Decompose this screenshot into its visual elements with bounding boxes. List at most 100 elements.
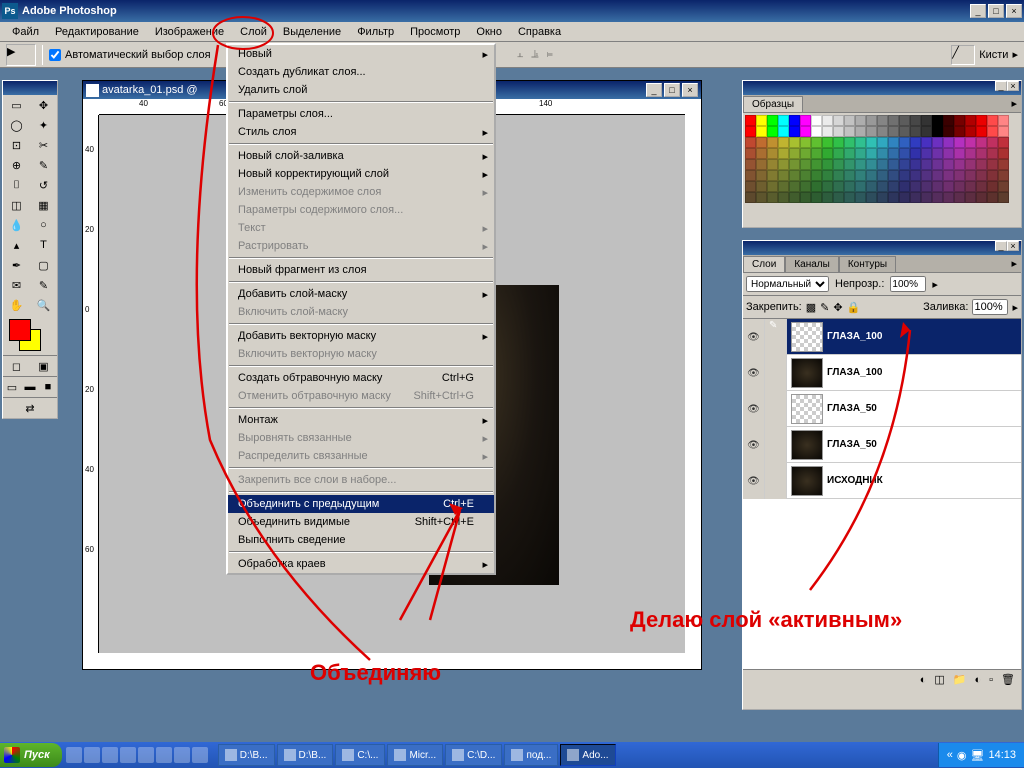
swatch-color[interactable] <box>987 137 998 148</box>
start-button[interactable]: Пуск <box>0 743 62 767</box>
shape-tool[interactable]: ▢ <box>30 255 57 275</box>
swatch-color[interactable] <box>899 137 910 148</box>
doc-minimize-button[interactable]: _ <box>646 83 662 97</box>
swatch-color[interactable] <box>888 170 899 181</box>
swatch-color[interactable] <box>877 148 888 159</box>
menu-item[interactable]: Новый фрагмент из слоя <box>228 261 494 279</box>
swatch-color[interactable] <box>910 159 921 170</box>
menu-item[interactable]: Выполнить сведение <box>228 531 494 549</box>
swatch-color[interactable] <box>954 170 965 181</box>
swatch-color[interactable] <box>954 137 965 148</box>
screenmode-full[interactable]: ■ <box>39 377 57 397</box>
visibility-toggle-icon[interactable] <box>743 463 765 499</box>
swatch-color[interactable] <box>998 159 1009 170</box>
swatch-color[interactable] <box>899 192 910 203</box>
swatch-color[interactable] <box>987 115 998 126</box>
quicklaunch-icon[interactable] <box>102 747 118 763</box>
swatch-color[interactable] <box>987 170 998 181</box>
swatch-color[interactable] <box>932 126 943 137</box>
menu-item[interactable]: Добавить слой-маску▸ <box>228 285 494 303</box>
swatch-color[interactable] <box>833 170 844 181</box>
swatch-color[interactable] <box>844 137 855 148</box>
swatch-color[interactable] <box>855 170 866 181</box>
swatch-color[interactable] <box>833 148 844 159</box>
current-tool-preview[interactable]: ▶ <box>6 44 36 66</box>
swatch-color[interactable] <box>888 115 899 126</box>
swatch-color[interactable] <box>987 148 998 159</box>
menu-item[interactable]: Новый корректирующий слой▸ <box>228 165 494 183</box>
align-icon[interactable]: ⫡ <box>531 48 538 61</box>
menu-view[interactable]: Просмотр <box>402 24 468 40</box>
swatch-color[interactable] <box>833 159 844 170</box>
swatch-color[interactable] <box>778 115 789 126</box>
notes-tool[interactable]: ✉ <box>3 275 30 295</box>
layer-link-cell[interactable] <box>765 463 787 499</box>
swatch-color[interactable] <box>756 170 767 181</box>
swatch-color[interactable] <box>800 192 811 203</box>
quickmask-mode-button[interactable]: ▣ <box>30 356 57 376</box>
swatch-color[interactable] <box>943 126 954 137</box>
swatch-color[interactable] <box>998 148 1009 159</box>
swatch-color[interactable] <box>844 170 855 181</box>
layer-row[interactable]: ГЛАЗА_50 <box>743 427 1021 463</box>
visibility-toggle-icon[interactable] <box>743 355 765 391</box>
swatch-color[interactable] <box>899 115 910 126</box>
eyedropper-tool[interactable]: ✎ <box>30 275 57 295</box>
swatch-color[interactable] <box>822 126 833 137</box>
swatch-color[interactable] <box>965 148 976 159</box>
swatch-color[interactable] <box>877 126 888 137</box>
swatch-color[interactable] <box>998 115 1009 126</box>
swatch-color[interactable] <box>745 115 756 126</box>
layer-link-cell[interactable] <box>765 355 787 391</box>
pen-tool[interactable]: ✒ <box>3 255 30 275</box>
quicklaunch-icon[interactable] <box>120 747 136 763</box>
swatch-color[interactable] <box>866 137 877 148</box>
swatch-color[interactable] <box>756 159 767 170</box>
layer-row[interactable]: ГЛАЗА_100 <box>743 355 1021 391</box>
panel-menu-icon[interactable]: ▸ <box>1007 255 1021 272</box>
swatch-color[interactable] <box>976 170 987 181</box>
swatch-color[interactable] <box>954 192 965 203</box>
swatch-color[interactable] <box>767 159 778 170</box>
menu-item[interactable]: Добавить векторную маску▸ <box>228 327 494 345</box>
swatch-color[interactable] <box>800 181 811 192</box>
swatch-color[interactable] <box>965 181 976 192</box>
quicklaunch-icon[interactable] <box>192 747 208 763</box>
swatch-color[interactable] <box>998 126 1009 137</box>
swatch-color[interactable] <box>932 148 943 159</box>
menu-item[interactable]: Обработка краев▸ <box>228 555 494 573</box>
visibility-toggle-icon[interactable] <box>743 319 765 355</box>
swatch-color[interactable] <box>888 181 899 192</box>
swatch-color[interactable] <box>756 192 767 203</box>
tray-expand-icon[interactable]: « <box>947 749 953 761</box>
swatch-color[interactable] <box>778 148 789 159</box>
swatch-color[interactable] <box>998 181 1009 192</box>
swatch-color[interactable] <box>822 192 833 203</box>
swatch-color[interactable] <box>954 181 965 192</box>
swatch-color[interactable] <box>800 115 811 126</box>
menu-file[interactable]: Файл <box>4 24 47 40</box>
swatch-color[interactable] <box>965 192 976 203</box>
swatch-color[interactable] <box>888 192 899 203</box>
lock-brush-icon[interactable]: ✎ <box>820 301 829 314</box>
swatch-color[interactable] <box>954 115 965 126</box>
adjust-layer-icon[interactable]: ◐ <box>974 674 981 686</box>
swatch-color[interactable] <box>888 126 899 137</box>
panel-minimize-button[interactable]: _ <box>995 81 1007 91</box>
swatch-color[interactable] <box>767 126 778 137</box>
swatch-color[interactable] <box>756 148 767 159</box>
menu-layer[interactable]: Слой <box>232 24 275 40</box>
layer-row[interactable]: ГЛАЗА_50 <box>743 391 1021 427</box>
menu-item[interactable]: Объединить видимыеShift+Ctrl+E <box>228 513 494 531</box>
auto-select-checkbox[interactable]: Автоматический выбор слоя <box>49 49 211 61</box>
tray-icon[interactable]: 🖥 <box>971 749 985 762</box>
quicklaunch-icon[interactable] <box>66 747 82 763</box>
swatch-color[interactable] <box>910 181 921 192</box>
swatch-color[interactable] <box>811 170 822 181</box>
swatch-color[interactable] <box>789 170 800 181</box>
swatch-color[interactable] <box>921 137 932 148</box>
gradient-tool[interactable]: ▦ <box>30 195 57 215</box>
delete-layer-icon[interactable]: 🗑 <box>1001 673 1015 686</box>
swatch-color[interactable] <box>822 159 833 170</box>
swatch-color[interactable] <box>921 148 932 159</box>
